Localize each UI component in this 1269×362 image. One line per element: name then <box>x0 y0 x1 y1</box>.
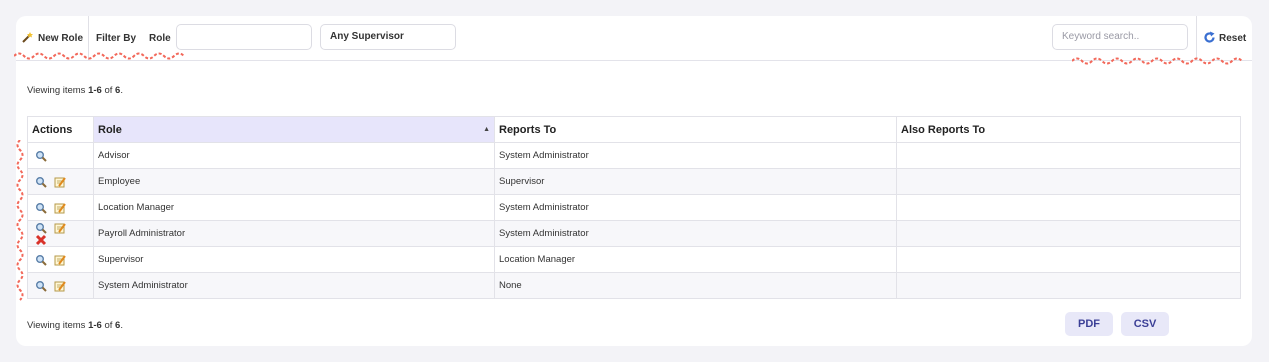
column-header-actions: Actions <box>27 116 94 143</box>
reports-to-cell: System Administrator <box>494 220 897 247</box>
export-csv-button[interactable]: CSV <box>1121 312 1169 336</box>
reports-to-cell: System Administrator <box>494 142 897 169</box>
also-reports-to-cell <box>896 272 1241 299</box>
sort-ascending-icon: ▲ <box>483 126 490 133</box>
export-pdf-button[interactable]: PDF <box>1065 312 1113 336</box>
column-header-also-reports-to[interactable]: Also Reports To <box>896 116 1241 143</box>
magnifier-icon[interactable] <box>34 280 48 292</box>
column-header-role-label: Role <box>98 123 122 136</box>
toolbar-divider <box>1196 16 1197 60</box>
edit-icon[interactable] <box>53 176 67 188</box>
viewing-of: of <box>101 85 116 96</box>
annotation-squiggle <box>14 52 184 60</box>
viewing-summary-bottom: Viewing items 1-6 of 6. <box>27 320 123 331</box>
role-cell: Payroll Administrator <box>93 220 495 247</box>
magnifier-icon[interactable] <box>34 222 48 234</box>
role-cell: Advisor <box>93 142 495 169</box>
role-filter-label: Role <box>149 33 171 44</box>
magnifier-icon[interactable] <box>34 254 48 266</box>
viewing-range: 1-6 <box>88 85 102 96</box>
magnifier-icon[interactable] <box>34 150 48 162</box>
reports-to-cell: None <box>494 272 897 299</box>
viewing-prefix: Viewing items <box>27 85 89 96</box>
column-header-role[interactable]: Role ▲ <box>93 116 495 143</box>
keyword-search-input[interactable]: Keyword search.. <box>1052 24 1188 50</box>
viewing-suffix: . <box>120 320 123 331</box>
filter-by-label: Filter By <box>96 33 137 44</box>
also-reports-to-cell <box>896 142 1241 169</box>
edit-icon[interactable] <box>53 222 67 234</box>
role-cell: System Administrator <box>93 272 495 299</box>
also-reports-to-cell <box>896 246 1241 273</box>
viewing-range: 1-6 <box>88 320 102 331</box>
also-reports-to-cell <box>896 220 1241 247</box>
reset-button[interactable]: Reset <box>1202 30 1250 46</box>
table-row: Location Manager System Administrator <box>27 194 1241 221</box>
row-actions-cell <box>27 246 94 273</box>
roles-panel: New Role Filter By Role Any Supervisor K… <box>16 16 1252 346</box>
table-row: Supervisor Location Manager <box>27 246 1241 273</box>
role-cell: Employee <box>93 168 495 195</box>
role-cell: Location Manager <box>93 194 495 221</box>
reports-to-cell: Supervisor <box>494 168 897 195</box>
role-filter-input[interactable] <box>176 24 312 50</box>
annotation-squiggle <box>16 140 24 301</box>
viewing-suffix: . <box>120 85 123 96</box>
edit-icon[interactable] <box>53 254 67 266</box>
new-role-label: New Role <box>38 33 84 44</box>
row-actions-cell <box>27 272 94 299</box>
also-reports-to-cell <box>896 168 1241 195</box>
column-header-reports-to[interactable]: Reports To <box>494 116 897 143</box>
edit-icon[interactable] <box>53 202 67 214</box>
row-actions-cell <box>27 142 94 169</box>
table-row: System Administrator None <box>27 272 1241 299</box>
row-actions-cell <box>27 194 94 221</box>
toolbar: New Role Filter By Role Any Supervisor K… <box>16 16 1252 61</box>
refresh-icon <box>1204 31 1215 43</box>
row-actions-cell <box>27 168 94 195</box>
delete-icon[interactable] <box>34 234 48 246</box>
annotation-squiggle <box>1072 57 1242 65</box>
role-cell: Supervisor <box>93 246 495 273</box>
magnifier-icon[interactable] <box>34 176 48 188</box>
reset-label: Reset <box>1219 33 1247 44</box>
reports-to-cell: Location Manager <box>494 246 897 273</box>
edit-icon[interactable] <box>53 280 67 292</box>
table-header-row: Actions Role ▲ Reports To Also Reports T… <box>27 116 1241 143</box>
new-role-button[interactable]: New Role <box>19 30 87 46</box>
viewing-of: of <box>101 320 116 331</box>
table-row: Payroll Administrator System Administrato… <box>27 220 1241 247</box>
viewing-prefix: Viewing items <box>27 320 89 331</box>
reports-to-cell: System Administrator <box>494 194 897 221</box>
row-actions-cell <box>27 220 94 247</box>
wand-icon <box>22 32 33 43</box>
viewing-summary-top: Viewing items 1-6 of 6. <box>27 85 123 96</box>
table-row: Advisor System Administrator <box>27 142 1241 169</box>
magnifier-icon[interactable] <box>34 202 48 214</box>
supervisor-filter-select[interactable]: Any Supervisor <box>320 24 456 50</box>
roles-table: Actions Role ▲ Reports To Also Reports T… <box>27 116 1241 299</box>
also-reports-to-cell <box>896 194 1241 221</box>
table-row: Employee Supervisor <box>27 168 1241 195</box>
